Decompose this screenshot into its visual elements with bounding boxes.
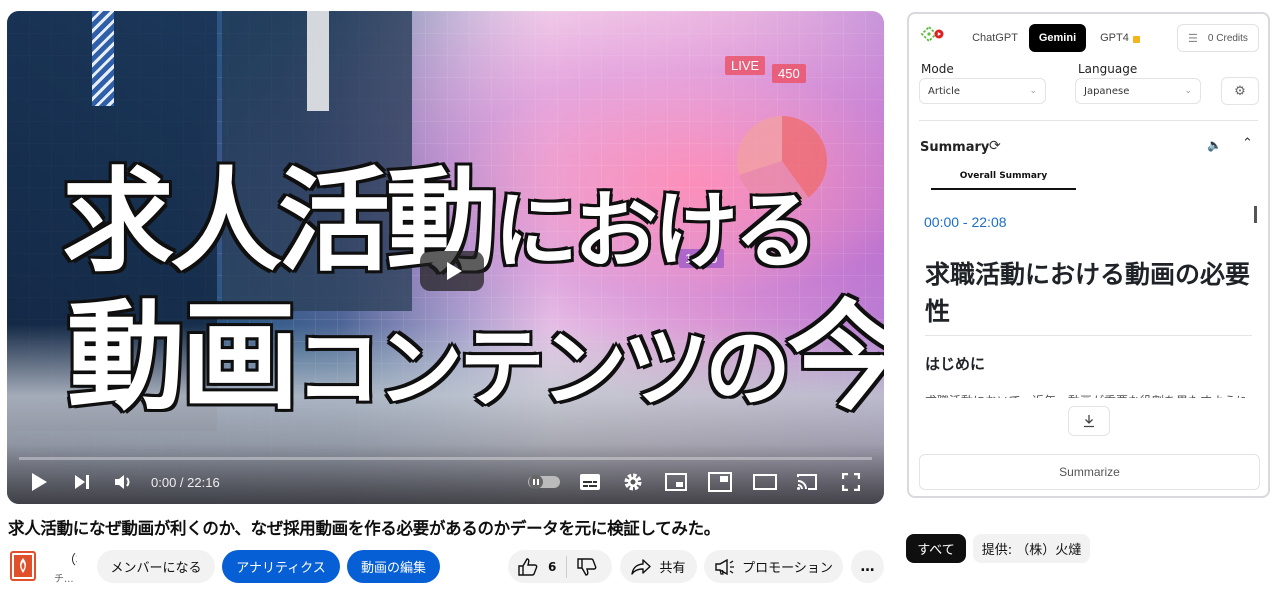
share-button[interactable]: 共有	[620, 550, 697, 583]
chevron-down-icon: ⌄	[1029, 86, 1037, 96]
theater-button[interactable]	[752, 470, 778, 494]
time-display: 0:00 / 22:16	[151, 475, 220, 490]
thumbnail-tie	[92, 11, 114, 106]
speaker-icon[interactable]: 🔈	[1207, 138, 1222, 152]
share-label: 共有	[659, 561, 686, 576]
tab-gpt4-label: GPT4	[1100, 32, 1129, 44]
channel-subscribers: チ...	[54, 574, 74, 585]
promotion-button[interactable]: プロモーション	[704, 550, 843, 583]
thumbs-down-icon	[577, 557, 597, 576]
chip-all[interactable]: すべて	[906, 534, 966, 563]
like-count: 6	[548, 559, 557, 574]
play-icon	[446, 262, 462, 280]
tab-gemini[interactable]: Gemini	[1029, 24, 1086, 52]
more-icon: …	[860, 558, 875, 575]
join-member-button[interactable]: メンバーになる	[97, 550, 215, 583]
lock-icon	[1132, 35, 1140, 43]
video-title: 求人活動になぜ動画が利くのか、なぜ採用動画を作る必要があるのかデータを元に検証し…	[8, 519, 720, 538]
timestamp-link[interactable]: 00:00 - 22:08	[924, 214, 1007, 230]
next-icon	[75, 475, 89, 489]
thumbnail-live-badge: LIVE	[725, 56, 766, 75]
like-separator	[566, 555, 568, 578]
edit-video-button[interactable]: 動画の編集	[347, 550, 440, 583]
thumbs-up-icon	[518, 557, 538, 576]
megaphone-icon	[715, 558, 735, 575]
article-text-cutoff: 求職活動において、近年、動画が重要な役割を果たすようになってきました。	[925, 394, 1245, 398]
extension-logo-icon	[920, 25, 944, 43]
thumbnail-title-line2-small: コンテンツの	[293, 317, 793, 421]
download-icon	[1084, 415, 1094, 428]
autoplay-toggle[interactable]	[527, 470, 561, 494]
refresh-icon[interactable]: ⟳	[989, 138, 1001, 154]
volume-button[interactable]	[112, 470, 136, 494]
gear-icon: ⚙	[1234, 83, 1246, 99]
share-icon	[631, 558, 652, 575]
tab-gpt4[interactable]: GPT4	[1090, 24, 1150, 52]
thumbnail-views-badge: 450	[772, 64, 806, 83]
miniplayer-icon	[665, 473, 687, 491]
summary-title: Summary	[920, 140, 990, 155]
more-actions-button[interactable]: …	[851, 550, 884, 583]
download-button[interactable]	[1068, 406, 1110, 436]
language-value: Japanese	[1084, 85, 1130, 97]
settings-button[interactable]	[621, 470, 645, 494]
cast-button[interactable]	[794, 470, 820, 494]
like-button[interactable]: 6	[508, 557, 557, 576]
article-subheading: はじめに	[925, 355, 986, 373]
fullscreen-icon	[842, 473, 860, 491]
pip-button[interactable]	[707, 470, 733, 494]
miniplayer-button[interactable]	[664, 470, 688, 494]
mode-value: Article	[928, 85, 961, 97]
thumbnail-title-line2-big: 動画	[65, 286, 301, 428]
chip-provider[interactable]: 提供: （株）火燵	[973, 534, 1090, 563]
promotion-label: プロモーション	[742, 561, 833, 576]
like-dislike-group: 6	[508, 550, 612, 583]
divider	[919, 120, 1258, 121]
theater-icon	[753, 474, 777, 490]
dislike-button[interactable]	[577, 557, 597, 576]
chevron-down-icon: ⌄	[1184, 86, 1192, 96]
progress-bar[interactable]	[19, 457, 872, 460]
volume-icon	[115, 475, 130, 489]
next-button[interactable]	[70, 470, 94, 494]
language-label: Language	[1078, 62, 1138, 76]
cast-icon	[797, 474, 817, 490]
channel-avatar[interactable]	[10, 551, 36, 581]
credits-button[interactable]: ☰ 0 Credits	[1177, 24, 1259, 52]
summarize-button[interactable]: Summarize	[919, 454, 1260, 490]
channel-name[interactable]: （株）火燵	[63, 549, 77, 568]
summary-extension-panel: ChatGPT Gemini GPT4 ☰ 0 Credits Mode Art…	[907, 12, 1270, 498]
tab-chatgpt[interactable]: ChatGPT	[965, 24, 1025, 52]
pip-icon	[708, 472, 732, 492]
divider	[925, 335, 1252, 336]
credits-label: 0 Credits	[1207, 32, 1248, 44]
subtitles-icon	[580, 474, 600, 490]
analytics-button[interactable]: アナリティクス	[222, 550, 340, 583]
thumbnail-shirt	[307, 11, 329, 111]
settings-button[interactable]: ⚙	[1221, 77, 1259, 105]
subtitles-button[interactable]	[578, 470, 602, 494]
article-heading: 求職活動における動画の必要性	[925, 260, 1251, 326]
video-player[interactable]: LIVE 450 10:30 求人活動における 動画コンテンツの今 0:00 /…	[7, 11, 884, 504]
article-text: 求職活動において、近年、動画が重要な役割を果たすようになってきました。	[925, 395, 1245, 398]
tab-chatgpt-label: ChatGPT	[972, 32, 1018, 44]
list-icon: ☰	[1188, 32, 1198, 45]
tab-gemini-label: Gemini	[1038, 32, 1077, 44]
settings-icon	[624, 473, 642, 491]
thumbnail-title-line2-end: 今	[785, 286, 884, 428]
tab-overall-summary[interactable]: Overall Summary	[931, 166, 1076, 190]
mode-select[interactable]: Article ⌄	[919, 78, 1046, 104]
autoplay-toggle-icon	[528, 475, 560, 489]
scrollbar-thumb[interactable]	[1254, 206, 1257, 223]
play-icon	[32, 473, 47, 491]
chevron-up-icon[interactable]: ⌃	[1242, 136, 1253, 151]
language-select[interactable]: Japanese ⌄	[1075, 78, 1201, 104]
play-button[interactable]	[27, 470, 51, 494]
mode-label: Mode	[921, 62, 954, 76]
fullscreen-button[interactable]	[839, 470, 863, 494]
big-play-button[interactable]	[420, 251, 484, 291]
